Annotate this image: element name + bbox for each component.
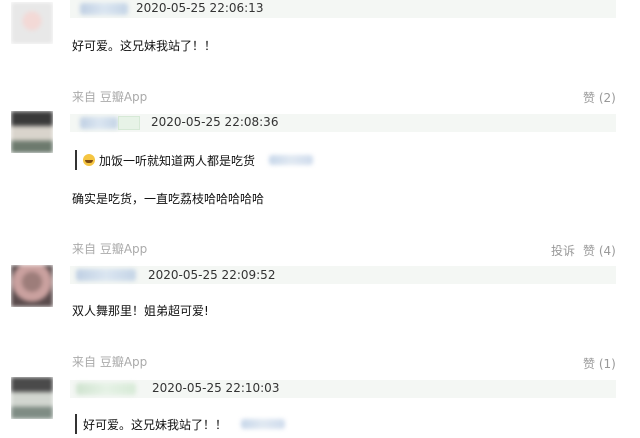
username[interactable] [80, 3, 128, 15]
comment-source: 来自 豆瓣App [72, 90, 148, 104]
comment-text: 双人舞那里！姐弟超可爱! [72, 304, 209, 318]
comment-text: 确实是吃货，一直吃荔枝哈哈哈哈哈 [72, 192, 265, 206]
like-button[interactable]: 赞 (2) [583, 89, 616, 106]
username[interactable] [76, 269, 136, 281]
user-badge [118, 116, 140, 130]
quoted-reply: 好可爱。这兄妹我站了！！ [75, 414, 286, 434]
avatar[interactable] [11, 2, 53, 44]
quote-text: 加饭一听就知道两人都是吃货 [99, 153, 256, 168]
username[interactable] [80, 117, 118, 129]
comment-source: 来自 豆瓣App [72, 355, 148, 369]
comment-date: 2020-05-25 22:06:13 [136, 1, 264, 15]
quoted-username[interactable] [269, 155, 314, 165]
username[interactable] [76, 383, 136, 395]
quoted-reply: 加饭一听就知道两人都是吃货 [75, 150, 314, 170]
avatar[interactable] [11, 377, 53, 419]
comment-source: 来自 豆瓣App [72, 242, 148, 256]
comment-date: 2020-05-25 22:08:36 [151, 115, 279, 129]
report-button[interactable]: 投诉 [551, 242, 575, 259]
quoted-username[interactable] [241, 419, 286, 429]
avatar[interactable] [11, 265, 53, 307]
quote-text: 好可爱。这兄妹我站了！！ [83, 417, 228, 432]
comment-text: 好可爱。这兄妹我站了！！ [72, 39, 217, 53]
like-button[interactable]: 赞 (4) [583, 242, 616, 259]
laughing-emoji-icon [83, 154, 95, 166]
comment-date: 2020-05-25 22:09:52 [148, 268, 276, 282]
avatar[interactable] [11, 111, 53, 153]
comment-date: 2020-05-25 22:10:03 [152, 381, 280, 395]
like-button[interactable]: 赞 (1) [583, 355, 616, 372]
